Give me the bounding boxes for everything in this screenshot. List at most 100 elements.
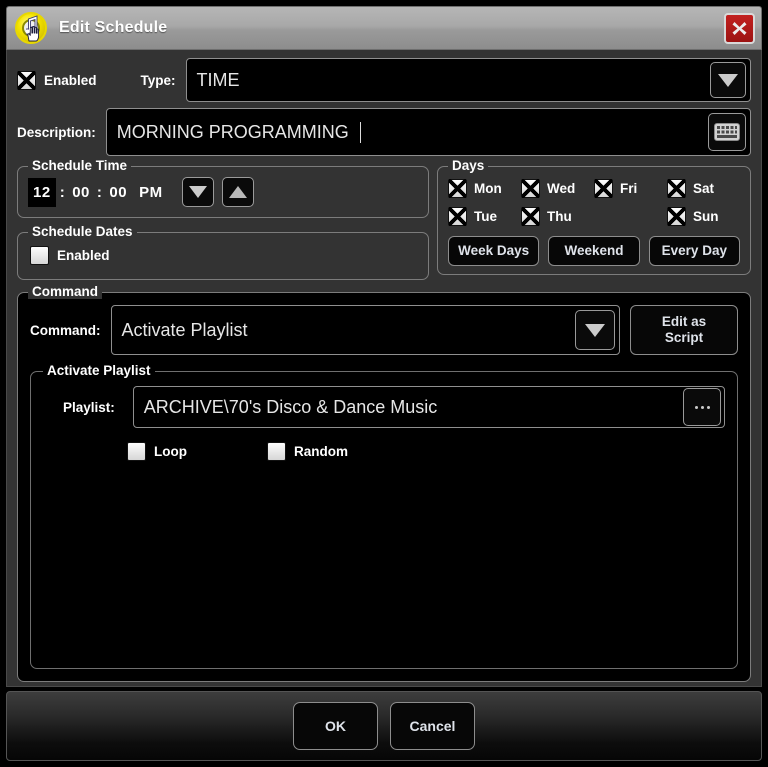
text-caret: [359, 121, 361, 143]
chevron-down-icon: [718, 73, 738, 87]
command-panel: Command Command: Activate Playlist Edit …: [17, 284, 751, 682]
day-thu-label: Thu: [547, 209, 572, 224]
playlist-label: Playlist:: [63, 399, 115, 415]
playlist-options-row: Loop Random: [43, 442, 725, 461]
middle-section: Schedule Time 12 : 00 : 00 PM Schedule D…: [17, 156, 751, 280]
day-sat-label: Sat: [693, 181, 715, 196]
time-hour[interactable]: 12: [28, 177, 56, 207]
day-tue-checkbox[interactable]: [448, 207, 467, 226]
schedule-dates-title: Schedule Dates: [28, 224, 137, 239]
day-checkbox-wed[interactable]: Wed: [521, 179, 594, 198]
day-checkbox-sat[interactable]: Sat: [667, 179, 740, 198]
random-checkbox[interactable]: [267, 442, 286, 461]
enabled-label: Enabled: [44, 72, 97, 88]
day-sat-checkbox[interactable]: [667, 179, 686, 198]
time-separator-1: :: [59, 183, 66, 201]
schedule-dates-group: Schedule Dates Enabled: [17, 224, 429, 280]
activate-playlist-title: Activate Playlist: [43, 363, 155, 378]
playlist-row: Playlist: ARCHIVE\70's Disco & Dance Mus…: [43, 386, 725, 428]
type-select[interactable]: TIME: [185, 58, 751, 102]
title-bar: Edit Schedule: [6, 6, 762, 50]
edit-as-script-line1: Edit as: [661, 314, 707, 330]
time-minute[interactable]: 00: [69, 180, 93, 205]
edit-schedule-dialog: Edit Schedule Enabled Type: TIME Descrip…: [0, 0, 768, 767]
chevron-down-icon: [585, 323, 605, 337]
day-sun-label: Sun: [693, 209, 719, 224]
description-input[interactable]: MORNING PROGRAMMING: [105, 108, 751, 156]
time-increment-button[interactable]: [221, 177, 254, 207]
day-fri-checkbox[interactable]: [594, 179, 613, 198]
ellipsis-icon: [694, 405, 710, 409]
playlist-value: ARCHIVE\70's Disco & Dance Music: [143, 396, 438, 417]
days-group: Days Mon Wed Fri Sat Tue Thu Sun Week Da…: [437, 158, 751, 275]
enabled-type-row: Enabled Type: TIME: [17, 58, 751, 102]
command-value: Activate Playlist: [121, 319, 248, 340]
schedule-dates-enabled-checkbox[interactable]: [30, 246, 49, 265]
type-value: TIME: [196, 69, 240, 90]
triangle-up-icon: [228, 186, 247, 198]
app-music-note-icon: [15, 12, 47, 44]
edit-as-script-button[interactable]: Edit as Script: [630, 305, 738, 355]
description-value: MORNING PROGRAMMING: [116, 121, 349, 142]
day-checkbox-thu[interactable]: Thu: [521, 207, 594, 226]
days-grid: Mon Wed Fri Sat Tue Thu Sun: [448, 179, 740, 235]
description-label: Description:: [17, 124, 96, 140]
dialog-body: Enabled Type: TIME Description: MORNING …: [6, 50, 762, 687]
time-value[interactable]: 12 : 00 : 00 PM: [28, 177, 166, 207]
cancel-button[interactable]: Cancel: [390, 702, 475, 750]
onscreen-keyboard-button[interactable]: [708, 113, 746, 151]
loop-checkbox[interactable]: [127, 442, 146, 461]
day-checkbox-sun[interactable]: Sun: [667, 207, 740, 226]
close-icon: [732, 22, 747, 35]
command-row: Command: Activate Playlist Edit as Scrip…: [30, 305, 738, 355]
random-checkbox-group[interactable]: Random: [267, 442, 348, 461]
schedule-time-group: Schedule Time 12 : 00 : 00 PM: [17, 158, 429, 218]
day-fri-label: Fri: [620, 181, 638, 196]
loop-label: Loop: [154, 444, 187, 459]
type-label: Type:: [140, 72, 176, 88]
playlist-browse-button[interactable]: [683, 388, 721, 426]
day-mon-checkbox[interactable]: [448, 179, 467, 198]
schedule-dates-enabled-label: Enabled: [57, 248, 110, 263]
command-panel-title: Command: [28, 284, 103, 299]
day-wed-checkbox[interactable]: [521, 179, 540, 198]
time-second[interactable]: 00: [106, 180, 130, 205]
type-dropdown-button[interactable]: [710, 62, 746, 98]
days-column: Days Mon Wed Fri Sat Tue Thu Sun Week Da…: [437, 156, 751, 275]
hand-cursor-icon: [27, 26, 40, 42]
description-row: Description: MORNING PROGRAMMING: [17, 108, 751, 156]
day-sun-checkbox[interactable]: [667, 207, 686, 226]
ok-button[interactable]: OK: [293, 702, 378, 750]
close-button[interactable]: [724, 13, 755, 44]
playlist-input[interactable]: ARCHIVE\70's Disco & Dance Music: [132, 386, 725, 428]
schedule-time-title: Schedule Time: [28, 158, 132, 173]
day-mon-label: Mon: [474, 181, 502, 196]
command-dropdown-button[interactable]: [575, 310, 615, 350]
day-checkbox-tue[interactable]: Tue: [448, 207, 521, 226]
loop-checkbox-group[interactable]: Loop: [127, 442, 187, 461]
triangle-down-icon: [188, 186, 207, 198]
day-checkbox-fri[interactable]: Fri: [594, 179, 667, 198]
command-label: Command:: [30, 322, 101, 338]
enabled-checkbox[interactable]: [17, 70, 36, 90]
day-thu-checkbox[interactable]: [521, 207, 540, 226]
command-select[interactable]: Activate Playlist: [110, 305, 620, 355]
time-decrement-button[interactable]: [181, 177, 214, 207]
schedule-time-row: 12 : 00 : 00 PM: [28, 177, 418, 207]
schedule-dates-enabled-group[interactable]: Enabled: [28, 243, 418, 269]
activate-playlist-group: Activate Playlist Playlist: ARCHIVE\70's…: [30, 363, 738, 669]
day-tue-label: Tue: [474, 209, 497, 224]
every-day-button[interactable]: Every Day: [648, 236, 740, 266]
keyboard-icon: [714, 123, 740, 141]
weekend-button[interactable]: Weekend: [548, 236, 640, 266]
dialog-footer: OK Cancel: [6, 691, 762, 761]
day-checkbox-mon[interactable]: Mon: [448, 179, 521, 198]
enabled-checkbox-group[interactable]: Enabled: [17, 70, 97, 90]
edit-as-script-line2: Script: [664, 330, 704, 345]
week-days-button[interactable]: Week Days: [448, 236, 540, 266]
time-meridiem[interactable]: PM: [136, 180, 166, 205]
time-separator-2: :: [96, 183, 103, 201]
day-preset-buttons: Week Days Weekend Every Day: [448, 236, 740, 266]
time-dates-column: Schedule Time 12 : 00 : 00 PM Schedule D…: [17, 156, 429, 280]
day-wed-label: Wed: [547, 181, 576, 196]
